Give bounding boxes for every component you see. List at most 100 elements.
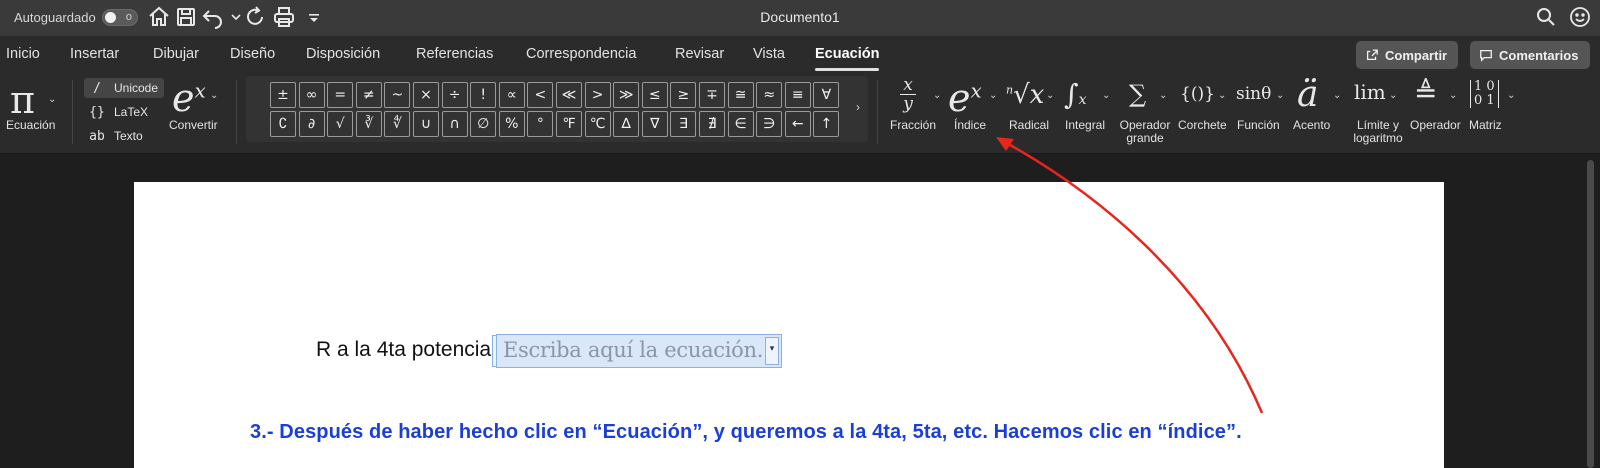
symbol-button[interactable]: ! bbox=[470, 82, 497, 108]
gallery-more-chevron-icon[interactable]: › bbox=[856, 100, 860, 114]
symbol-button[interactable]: ≡ bbox=[784, 82, 811, 108]
operator-delta-icon: ≜ bbox=[1414, 76, 1438, 109]
symbol-button[interactable]: ∋ bbox=[756, 111, 783, 137]
symbol-button[interactable]: ∆ bbox=[613, 111, 640, 137]
symbol-button[interactable]: ÷ bbox=[441, 82, 468, 108]
symbol-button[interactable]: > bbox=[584, 82, 611, 108]
symbol-button[interactable]: ∜ bbox=[384, 111, 411, 137]
symbol-button[interactable]: ∞ bbox=[298, 82, 325, 108]
document-text-line[interactable]: R a la 4ta potencia bbox=[316, 338, 491, 362]
document-title: Documento1 bbox=[760, 9, 840, 25]
symbols-gallery: ± ∞ = ≠ ~ × ÷! ∝ < ≪ > ≫ ≤ ≥ ∓ ≅ ≈ ≡ ∀ ∁ ∂ √ ∛ ∜ ∪ ∩ ∅% ° ℉ ℃ ∆ ∇ ∃ ∄ ∈ ∋ ←… bbox=[246, 76, 868, 142]
chevron-down-icon: ⌄ bbox=[1333, 90, 1342, 101]
symbol-button[interactable]: ↑ bbox=[813, 111, 840, 137]
symbol-button[interactable]: ≥ bbox=[670, 82, 697, 108]
comment-icon bbox=[1480, 49, 1492, 62]
chevron-down-icon: ⌄ bbox=[1389, 90, 1398, 101]
share-label: Compartir bbox=[1385, 47, 1448, 63]
structure-label: Operador grande bbox=[1119, 118, 1171, 145]
symbol-button[interactable]: ~ bbox=[384, 82, 411, 108]
symbol-button[interactable]: < bbox=[527, 82, 554, 108]
separator bbox=[877, 80, 878, 144]
symbol-button[interactable]: ∓ bbox=[699, 82, 725, 108]
equation-options-dropdown-icon[interactable]: ▾ bbox=[765, 337, 779, 365]
exponent-icon: ex bbox=[172, 76, 206, 120]
symbol-button[interactable]: ∩ bbox=[441, 111, 468, 137]
symbol-button[interactable]: ∁ bbox=[270, 111, 296, 137]
symbol-button[interactable]: ≅ bbox=[727, 82, 754, 108]
symbol-button[interactable]: ∛ bbox=[355, 111, 382, 137]
tab-referencias[interactable]: Referencias bbox=[416, 46, 493, 62]
search-icon[interactable] bbox=[1534, 5, 1558, 29]
symbol-button[interactable]: ℉ bbox=[556, 111, 582, 137]
instruction-annotation: 3.- Después de haber hecho clic en “Ecua… bbox=[250, 421, 1242, 443]
tab-vista[interactable]: Vista bbox=[753, 46, 785, 62]
chevron-down-icon: ⌄ bbox=[1102, 90, 1111, 101]
function-sin-icon: sinθ bbox=[1236, 84, 1272, 104]
symbol-button[interactable]: ∄ bbox=[699, 111, 725, 137]
symbol-button[interactable]: ∃ bbox=[670, 111, 697, 137]
structure-label: Fracción bbox=[890, 118, 937, 132]
matrix-icon: 1 00 1 bbox=[1470, 80, 1499, 108]
mode-label: Unicode bbox=[114, 81, 159, 95]
symbol-button[interactable]: ∇ bbox=[641, 111, 668, 137]
vertical-scrollbar[interactable] bbox=[1587, 160, 1594, 468]
mode-text[interactable]: ab Texto bbox=[84, 126, 164, 146]
comments-button[interactable]: Comentarios bbox=[1470, 41, 1590, 69]
symbol-button[interactable]: ∈ bbox=[727, 111, 754, 137]
symbol-button[interactable]: × bbox=[413, 82, 439, 108]
chevron-down-icon: ⌄ bbox=[989, 90, 998, 101]
feedback-smiley-icon[interactable] bbox=[1568, 5, 1592, 29]
mode-latex[interactable]: {} LaTeX bbox=[84, 102, 164, 122]
mode-label: Texto bbox=[114, 129, 143, 143]
share-button[interactable]: Compartir bbox=[1356, 41, 1458, 69]
equation-placeholder-box[interactable]: Escriba aquí la ecuación. ▾ bbox=[492, 334, 782, 368]
tab-inicio[interactable]: Inicio bbox=[6, 46, 40, 62]
symbol-button[interactable]: √ bbox=[327, 111, 354, 137]
tab-disposicion[interactable]: Disposición bbox=[306, 46, 380, 62]
script-icon: ex bbox=[948, 76, 982, 120]
structure-label: Operador bbox=[1410, 118, 1461, 132]
tab-dibujar[interactable]: Dibujar bbox=[153, 46, 199, 62]
tab-correspondencia[interactable]: Correspondencia bbox=[526, 46, 636, 62]
title-bar: Autoguardado o Documento1 bbox=[0, 0, 1600, 36]
symbol-button[interactable]: ∪ bbox=[413, 111, 439, 137]
tab-revisar[interactable]: Revisar bbox=[675, 46, 724, 62]
separator bbox=[236, 80, 237, 144]
chevron-down-icon: ⌄ bbox=[48, 94, 57, 105]
symbol-button[interactable]: ∅ bbox=[470, 111, 497, 137]
limit-icon: lim bbox=[1354, 80, 1386, 104]
radical-icon: n√x bbox=[1006, 80, 1045, 110]
symbol-button[interactable]: ← bbox=[784, 111, 811, 137]
symbol-button[interactable]: ≈ bbox=[756, 82, 783, 108]
symbol-button[interactable]: ℃ bbox=[584, 111, 611, 137]
symbol-button[interactable]: ± bbox=[270, 82, 296, 108]
equation-drag-handle[interactable] bbox=[492, 335, 497, 367]
symbol-button[interactable]: = bbox=[327, 82, 354, 108]
mode-unicode[interactable]: / Unicode bbox=[84, 78, 164, 98]
symbol-button[interactable]: ∝ bbox=[498, 82, 525, 108]
symbol-button[interactable]: ≪ bbox=[556, 82, 582, 108]
symbol-button[interactable]: % bbox=[498, 111, 525, 137]
integral-icon: ∫x bbox=[1064, 78, 1087, 111]
symbol-button[interactable]: ≤ bbox=[641, 82, 668, 108]
structure-label: Corchete bbox=[1178, 118, 1227, 132]
bracket-icon: {()} bbox=[1180, 84, 1215, 104]
symbol-button[interactable]: ° bbox=[527, 111, 554, 137]
structure-label: Función bbox=[1237, 118, 1280, 132]
structure-label: Matriz bbox=[1469, 118, 1502, 132]
comments-label: Comentarios bbox=[1499, 47, 1579, 63]
latex-braces-icon: {} bbox=[89, 104, 105, 120]
equation-label: Ecuación bbox=[6, 118, 56, 132]
text-ab-icon: ab bbox=[89, 128, 105, 144]
symbol-button[interactable]: ∀ bbox=[813, 82, 840, 108]
symbol-button[interactable]: ∂ bbox=[298, 111, 325, 137]
tab-insertar[interactable]: Insertar bbox=[70, 46, 119, 62]
tab-diseno[interactable]: Diseño bbox=[230, 46, 275, 62]
accent-icon: ä bbox=[1297, 74, 1319, 115]
chevron-down-icon: ⌄ bbox=[1449, 90, 1458, 101]
equation-ribbon: π ⌄ Ecuación / Unicode {} LaTeX ab Texto… bbox=[0, 74, 1600, 154]
tab-ecuacion[interactable]: Ecuación bbox=[815, 46, 880, 71]
symbol-button[interactable]: ≠ bbox=[355, 82, 382, 108]
symbol-button[interactable]: ≫ bbox=[613, 82, 640, 108]
